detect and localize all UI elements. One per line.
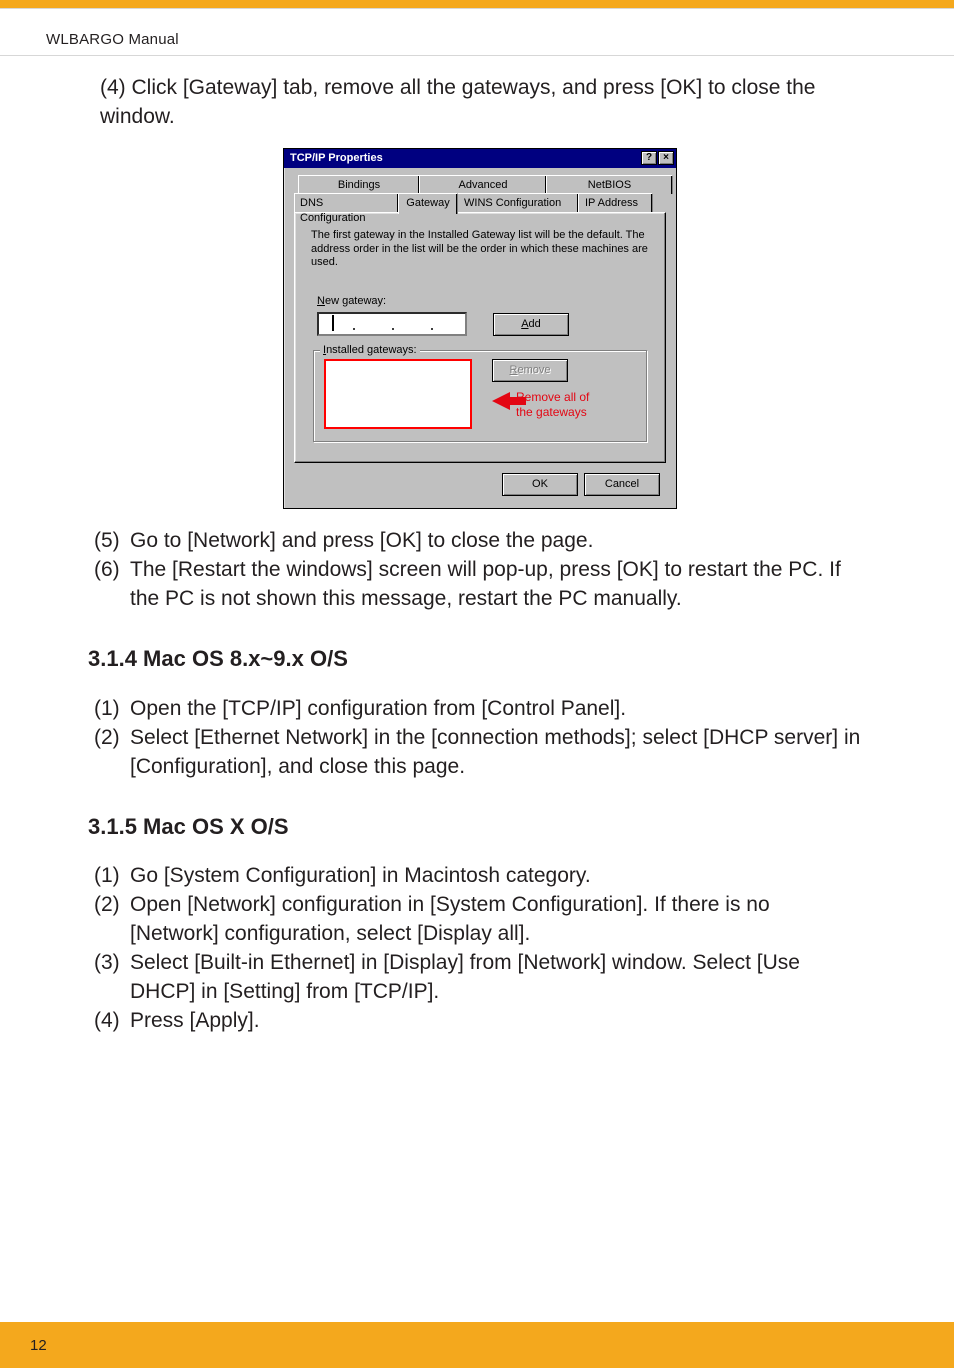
annotation-line-1: Remove all of: [516, 390, 589, 404]
footer-bar: 12: [0, 1322, 954, 1368]
new-gateway-label: New gateway:: [317, 294, 651, 309]
annotation-line-2: the gateways: [516, 405, 589, 419]
dialog-body: Bindings Advanced NetBIOS DNS Configurat…: [284, 168, 676, 508]
macx-num-4: (4): [94, 1007, 130, 1036]
header-rule: [0, 55, 954, 56]
new-gateway-input[interactable]: [317, 312, 467, 336]
tab-wins-configuration[interactable]: WINS Configuration: [457, 193, 579, 212]
mac9-num-1: (1): [94, 695, 130, 724]
macos9-steps: (1)Open the [TCP/IP] configuration from …: [94, 695, 864, 782]
macx-step-4: Press [Apply].: [130, 1007, 864, 1036]
step-5-text: Go to [Network] and press [OK] to close …: [130, 527, 864, 556]
macx-num-3: (3): [94, 949, 130, 1007]
macx-num-2: (2): [94, 891, 130, 949]
dialog-button-row: OK Cancel: [294, 463, 666, 498]
num-5: (5): [94, 527, 130, 556]
remove-button[interactable]: Remove: [492, 359, 568, 382]
tab-advanced[interactable]: Advanced: [419, 175, 547, 194]
tab-netbios[interactable]: NetBIOS: [546, 175, 673, 194]
heading-macos9: 3.1.4 Mac OS 8.x~9.x O/S: [88, 644, 864, 674]
dialog-title: TCP/IP Properties: [290, 151, 383, 166]
tab-bindings[interactable]: Bindings: [298, 175, 420, 194]
gateway-description: The first gateway in the Installed Gatew…: [309, 229, 651, 294]
dialog-wrapper: TCP/IP Properties ? × Bindings Advanced …: [96, 132, 864, 527]
mac9-step-2: Select [Ethernet Network] in the [connec…: [130, 724, 864, 782]
macx-step-3: Select [Built-in Ethernet] in [Display] …: [130, 949, 864, 1007]
installed-gateways-listbox[interactable]: [324, 359, 472, 429]
macx-step-1: Go [System Configuration] in Macintosh c…: [130, 862, 864, 891]
remove-all-annotation: Remove all of the gateways: [492, 390, 589, 419]
mac9-num-2: (2): [94, 724, 130, 782]
steps-5-6: (5)Go to [Network] and press [OK] to clo…: [94, 527, 864, 614]
top-accent-strip: [0, 0, 954, 9]
tab-dns-configuration[interactable]: DNS Configuration: [294, 193, 399, 212]
annotation-text: Remove all of the gateways: [516, 390, 589, 419]
installed-gateways-group: Installed gateways: Remove Remove all of…: [313, 350, 647, 442]
tab-strip: Bindings Advanced NetBIOS DNS Configurat…: [294, 175, 666, 213]
mac9-step-1: Open the [TCP/IP] configuration from [Co…: [130, 695, 864, 724]
dialog-titlebar: TCP/IP Properties ? ×: [284, 149, 676, 168]
titlebar-help-button[interactable]: ?: [641, 151, 657, 165]
tab-gateway[interactable]: Gateway: [398, 193, 458, 214]
page-content: (4) Click [Gateway] tab, remove all the …: [0, 48, 954, 1036]
add-button[interactable]: Add: [493, 313, 569, 336]
page-number: 12: [30, 1337, 47, 1354]
red-arrow-icon: [492, 392, 510, 410]
titlebar-close-button[interactable]: ×: [658, 151, 674, 165]
macx-num-1: (1): [94, 862, 130, 891]
heading-macosx: 3.1.5 Mac OS X O/S: [88, 812, 864, 842]
installed-gateways-label: Installed gateways:: [320, 343, 420, 358]
tab-ip-address[interactable]: IP Address: [578, 193, 653, 212]
tcpip-properties-dialog: TCP/IP Properties ? × Bindings Advanced …: [283, 148, 677, 509]
ok-button[interactable]: OK: [502, 473, 578, 496]
step-6-text: The [Restart the windows] screen will po…: [130, 556, 864, 614]
macosx-steps: (1)Go [System Configuration] in Macintos…: [94, 862, 864, 1036]
step-4-text: (4) Click [Gateway] tab, remove all the …: [96, 74, 864, 132]
num-6: (6): [94, 556, 130, 614]
macx-step-2: Open [Network] configuration in [System …: [130, 891, 864, 949]
manual-title: WLBARGO Manual: [0, 9, 954, 48]
tab-page-gateway: The first gateway in the Installed Gatew…: [294, 212, 666, 463]
cancel-button[interactable]: Cancel: [584, 473, 660, 496]
